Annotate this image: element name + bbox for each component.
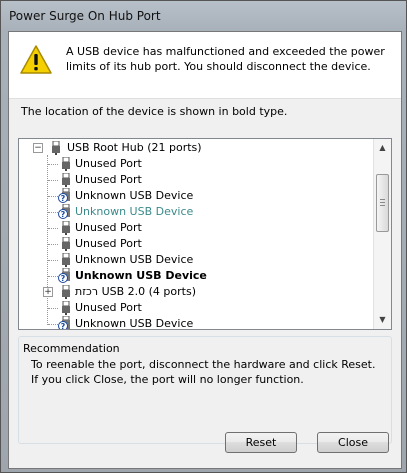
tree-item-label: Unused Port — [75, 157, 142, 170]
tree-connector — [48, 276, 58, 277]
svg-text:?: ? — [61, 322, 66, 330]
close-button[interactable]: Close — [317, 432, 389, 453]
tree-scrollbar[interactable]: ▲ ▼ — [373, 139, 391, 329]
svg-text:?: ? — [61, 194, 66, 203]
tree-connector — [48, 308, 58, 309]
recommendation-group: Recommendation To reenable the port, dis… — [18, 336, 392, 444]
recommendation-text: To reenable the port, disconnect the har… — [31, 358, 376, 386]
tree-item[interactable]: Unknown USB Device — [19, 252, 369, 268]
tree-item-label: Unused Port — [75, 237, 142, 250]
tree-connector — [48, 180, 58, 181]
svg-text:?: ? — [61, 274, 66, 283]
grip-line — [380, 199, 385, 200]
tree-item-hub[interactable]: + רכזת USB 2.0 (4 ports) — [19, 284, 369, 300]
scroll-up-icon[interactable]: ▲ — [374, 139, 391, 156]
grip-line — [380, 202, 385, 203]
tree-item[interactable]: Unused Port — [19, 172, 369, 188]
tree-item-label: Unused Port — [75, 173, 142, 186]
tree-item[interactable]: Unused Port — [19, 156, 369, 172]
tree-root-label: USB Root Hub (21 ports) — [67, 141, 202, 154]
usb-plug-icon — [62, 157, 70, 171]
usb-plug-icon — [62, 237, 70, 251]
dialog-client-area: A USB device has malfunctioned and excee… — [8, 31, 402, 469]
usb-plug-icon — [62, 285, 70, 299]
usb-hub-icon — [52, 141, 60, 155]
tree-item-label: Unknown USB Device — [75, 253, 194, 266]
tree-connector — [48, 164, 58, 165]
message-area: A USB device has malfunctioned and excee… — [9, 32, 401, 99]
tree-item-failed-device[interactable]: ? Unknown USB Device — [19, 268, 369, 284]
window-title: Power Surge On Hub Port — [9, 9, 161, 23]
unknown-device-icon: ? — [58, 204, 70, 219]
location-hint: The location of the device is shown in b… — [21, 105, 288, 118]
tree-item[interactable]: Unused Port — [19, 236, 369, 252]
dialog-window: Power Surge On Hub Port A USB device has… — [0, 0, 407, 473]
warning-message: A USB device has malfunctioned and excee… — [66, 45, 385, 73]
title-bar[interactable]: Power Surge On Hub Port — [1, 1, 406, 31]
svg-text:?: ? — [61, 210, 66, 219]
grip-line — [380, 205, 385, 206]
tree-item-label: Unknown USB Device — [75, 269, 207, 282]
unknown-device-icon: ? — [58, 268, 70, 283]
usb-plug-icon — [62, 253, 70, 267]
collapse-icon[interactable]: − — [33, 143, 43, 153]
tree-connector — [48, 196, 58, 197]
tree-item[interactable]: Unused Port — [19, 220, 369, 236]
tree-connector — [48, 212, 58, 213]
tree-item-selected[interactable]: ? Unknown USB Device — [19, 204, 369, 220]
device-tree[interactable]: − USB Root Hub (21 ports) Unused Port Un… — [18, 138, 392, 330]
tree-connector — [48, 228, 58, 229]
scroll-thumb[interactable] — [376, 174, 389, 232]
tree-item-label: רכזת USB 2.0 (4 ports) — [75, 285, 196, 298]
usb-plug-icon — [62, 173, 70, 187]
tree-item-label: Unused Port — [75, 221, 142, 234]
tree-item-label: Unknown USB Device — [75, 317, 194, 330]
tree-item-label: Unknown USB Device — [75, 189, 194, 202]
reset-button[interactable]: Reset — [225, 432, 297, 453]
usb-plug-icon — [62, 221, 70, 235]
unknown-device-icon: ? — [58, 188, 70, 203]
tree-item[interactable]: Unused Port — [19, 300, 369, 316]
tree-item[interactable]: ? Unknown USB Device — [19, 316, 369, 330]
usb-plug-icon — [62, 301, 70, 315]
expand-icon[interactable]: + — [43, 287, 53, 297]
tree-item[interactable]: ? Unknown USB Device — [19, 188, 369, 204]
scroll-down-icon[interactable]: ▼ — [374, 311, 391, 328]
tree-item-label: Unknown USB Device — [75, 205, 194, 218]
tree-connector — [48, 244, 58, 245]
unknown-device-icon: ? — [58, 316, 70, 330]
tree-connector — [48, 324, 58, 325]
tree-item-label: Unused Port — [75, 301, 142, 314]
warning-icon — [20, 45, 52, 74]
recommendation-title: Recommendation — [23, 342, 120, 355]
tree-connector — [48, 260, 58, 261]
